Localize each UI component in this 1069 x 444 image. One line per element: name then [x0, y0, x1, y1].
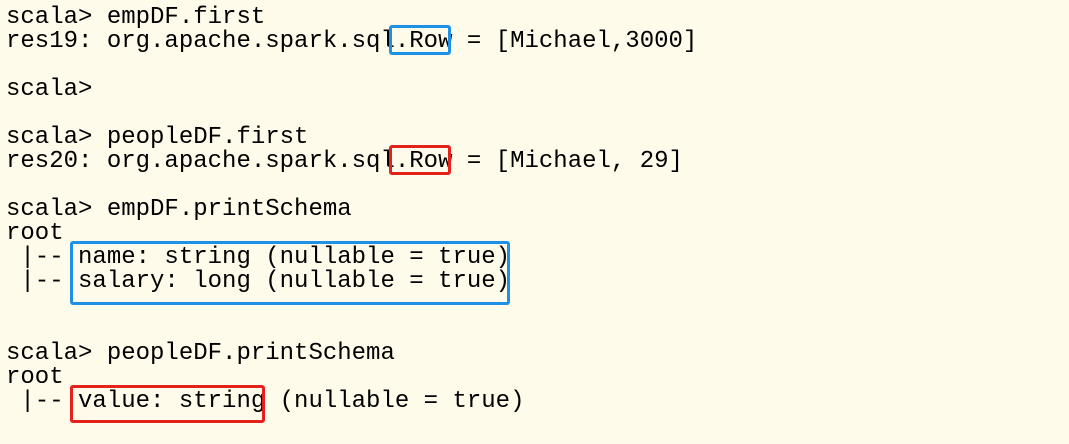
prompt-empty: scala> — [6, 76, 93, 103]
prompt-empdf-printschema: scala> empDF.printSchema — [6, 196, 352, 223]
res20-row-type-highlight — [389, 145, 451, 175]
scala-repl-terminal[interactable]: scala> empDF.first res19: org.apache.spa… — [0, 0, 1069, 444]
prompt-empdf-first: scala> empDF.first — [6, 4, 266, 31]
output-res20: res20: org.apache.spark.sql.Row = [Micha… — [6, 148, 683, 175]
output-res19: res19: org.apache.spark.sql.Row = [Micha… — [6, 28, 698, 55]
empdf-schema-fields-highlight — [70, 241, 510, 305]
res19-row-type-highlight — [389, 25, 451, 55]
schema-root-peopledf: root — [6, 364, 64, 391]
prompt-peopledf-first: scala> peopleDF.first — [6, 124, 309, 151]
schema-root-empdf: root — [6, 220, 64, 247]
peopledf-schema-value-highlight — [70, 385, 265, 423]
prompt-peopledf-printschema: scala> peopleDF.printSchema — [6, 340, 395, 367]
